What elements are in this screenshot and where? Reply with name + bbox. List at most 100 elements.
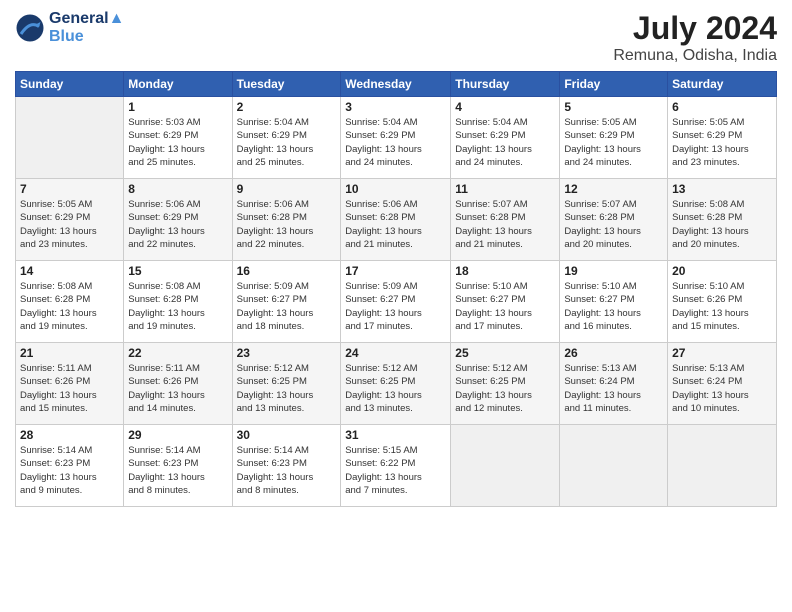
day-number: 2: [237, 100, 337, 114]
week-row-5: 28 Sunrise: 5:14 AM Sunset: 6:23 PM Dayli…: [16, 425, 777, 507]
day-cell: 2 Sunrise: 5:04 AM Sunset: 6:29 PM Daylig…: [232, 97, 341, 179]
day-info: Sunrise: 5:12 AM Sunset: 6:25 PM Dayligh…: [455, 362, 555, 415]
day-number: 16: [237, 264, 337, 278]
day-number: 11: [455, 182, 555, 196]
day-number: 27: [672, 346, 772, 360]
day-number: 1: [128, 100, 227, 114]
day-cell: 11 Sunrise: 5:07 AM Sunset: 6:28 PM Dayli…: [451, 179, 560, 261]
day-info: Sunrise: 5:10 AM Sunset: 6:26 PM Dayligh…: [672, 280, 772, 333]
day-number: 26: [564, 346, 663, 360]
day-info: Sunrise: 5:05 AM Sunset: 6:29 PM Dayligh…: [672, 116, 772, 169]
day-cell: 4Sunrise: 5:04 AM Sunset: 6:29 PM Daylig…: [451, 97, 560, 179]
week-row-3: 14 Sunrise: 5:08 AM Sunset: 6:28 PM Dayli…: [16, 261, 777, 343]
day-number: 10: [345, 182, 446, 196]
day-info: Sunrise: 5:04 AM Sunset: 6:29 PM Dayligh…: [345, 116, 446, 169]
day-cell: 9 Sunrise: 5:06 AM Sunset: 6:28 PM Daylig…: [232, 179, 341, 261]
day-number: 15: [128, 264, 227, 278]
calendar-container: General▲ Blue July 2024 Remuna, Odisha, …: [0, 0, 792, 517]
day-cell: 24 Sunrise: 5:12 AM Sunset: 6:25 PM Dayli…: [341, 343, 451, 425]
day-cell: 16 Sunrise: 5:09 AM Sunset: 6:27 PM Dayli…: [232, 261, 341, 343]
day-cell: 30 Sunrise: 5:14 AM Sunset: 6:23 PM Dayli…: [232, 425, 341, 507]
logo: General▲ Blue: [15, 10, 124, 46]
day-info: Sunrise: 5:08 AM Sunset: 6:28 PM Dayligh…: [128, 280, 227, 333]
day-info: Sunrise: 5:08 AM Sunset: 6:28 PM Dayligh…: [672, 198, 772, 251]
day-info: Sunrise: 5:04 AM Sunset: 6:29 PM Dayligh…: [237, 116, 337, 169]
day-number: 12: [564, 182, 663, 196]
day-info: Sunrise: 5:14 AM Sunset: 6:23 PM Dayligh…: [20, 444, 119, 497]
day-number: 29: [128, 428, 227, 442]
weekday-header-monday: Monday: [124, 72, 232, 97]
day-number: 8: [128, 182, 227, 196]
logo-icon: [15, 13, 45, 43]
weekday-header-friday: Friday: [560, 72, 668, 97]
day-number: 21: [20, 346, 119, 360]
day-info: Sunrise: 5:13 AM Sunset: 6:24 PM Dayligh…: [564, 362, 663, 415]
day-info: Sunrise: 5:06 AM Sunset: 6:29 PM Dayligh…: [128, 198, 227, 251]
day-info: Sunrise: 5:15 AM Sunset: 6:22 PM Dayligh…: [345, 444, 446, 497]
week-row-4: 21 Sunrise: 5:11 AM Sunset: 6:26 PM Dayli…: [16, 343, 777, 425]
day-cell: 7 Sunrise: 5:05 AM Sunset: 6:29 PM Daylig…: [16, 179, 124, 261]
day-cell: 14 Sunrise: 5:08 AM Sunset: 6:28 PM Dayli…: [16, 261, 124, 343]
weekday-header-saturday: Saturday: [668, 72, 777, 97]
day-number: 3: [345, 100, 446, 114]
weekday-header-sunday: Sunday: [16, 72, 124, 97]
day-cell: [451, 425, 560, 507]
day-cell: [16, 97, 124, 179]
day-cell: 1 Sunrise: 5:03 AM Sunset: 6:29 PM Daylig…: [124, 97, 232, 179]
day-cell: 31 Sunrise: 5:15 AM Sunset: 6:22 PM Dayli…: [341, 425, 451, 507]
day-info: Sunrise: 5:06 AM Sunset: 6:28 PM Dayligh…: [237, 198, 337, 251]
day-info: Sunrise: 5:05 AM Sunset: 6:29 PM Dayligh…: [564, 116, 663, 169]
day-info: Sunrise: 5:14 AM Sunset: 6:23 PM Dayligh…: [128, 444, 227, 497]
day-info: Sunrise: 5:06 AM Sunset: 6:28 PM Dayligh…: [345, 198, 446, 251]
day-number: 25: [455, 346, 555, 360]
day-cell: 17Sunrise: 5:09 AM Sunset: 6:27 PM Dayli…: [341, 261, 451, 343]
day-info: Sunrise: 5:07 AM Sunset: 6:28 PM Dayligh…: [455, 198, 555, 251]
day-info: Sunrise: 5:05 AM Sunset: 6:29 PM Dayligh…: [20, 198, 119, 251]
day-info: Sunrise: 5:11 AM Sunset: 6:26 PM Dayligh…: [20, 362, 119, 415]
day-number: 6: [672, 100, 772, 114]
day-info: Sunrise: 5:10 AM Sunset: 6:27 PM Dayligh…: [455, 280, 555, 333]
day-info: Sunrise: 5:03 AM Sunset: 6:29 PM Dayligh…: [128, 116, 227, 169]
day-info: Sunrise: 5:12 AM Sunset: 6:25 PM Dayligh…: [237, 362, 337, 415]
month-title: July 2024: [613, 10, 777, 47]
day-cell: 8 Sunrise: 5:06 AM Sunset: 6:29 PM Daylig…: [124, 179, 232, 261]
day-number: 19: [564, 264, 663, 278]
day-cell: 21 Sunrise: 5:11 AM Sunset: 6:26 PM Dayli…: [16, 343, 124, 425]
day-number: 7: [20, 182, 119, 196]
week-row-2: 7 Sunrise: 5:05 AM Sunset: 6:29 PM Daylig…: [16, 179, 777, 261]
day-info: Sunrise: 5:07 AM Sunset: 6:28 PM Dayligh…: [564, 198, 663, 251]
weekday-header-wednesday: Wednesday: [341, 72, 451, 97]
day-cell: 6 Sunrise: 5:05 AM Sunset: 6:29 PM Daylig…: [668, 97, 777, 179]
day-info: Sunrise: 5:11 AM Sunset: 6:26 PM Dayligh…: [128, 362, 227, 415]
day-cell: 29 Sunrise: 5:14 AM Sunset: 6:23 PM Dayli…: [124, 425, 232, 507]
day-info: Sunrise: 5:08 AM Sunset: 6:28 PM Dayligh…: [20, 280, 119, 333]
weekday-header-tuesday: Tuesday: [232, 72, 341, 97]
day-info: Sunrise: 5:14 AM Sunset: 6:23 PM Dayligh…: [237, 444, 337, 497]
day-number: 20: [672, 264, 772, 278]
weekday-header-row: SundayMondayTuesdayWednesdayThursdayFrid…: [16, 72, 777, 97]
day-number: 5: [564, 100, 663, 114]
day-info: Sunrise: 5:13 AM Sunset: 6:24 PM Dayligh…: [672, 362, 772, 415]
day-number: 17: [345, 264, 446, 278]
day-number: 30: [237, 428, 337, 442]
day-number: 22: [128, 346, 227, 360]
day-number: 14: [20, 264, 119, 278]
day-cell: 3 Sunrise: 5:04 AM Sunset: 6:29 PM Daylig…: [341, 97, 451, 179]
day-cell: 12 Sunrise: 5:07 AM Sunset: 6:28 PM Dayli…: [560, 179, 668, 261]
logo-text: General▲ Blue: [49, 10, 124, 46]
day-info: Sunrise: 5:12 AM Sunset: 6:25 PM Dayligh…: [345, 362, 446, 415]
title-block: July 2024 Remuna, Odisha, India: [613, 10, 777, 65]
location-title: Remuna, Odisha, India: [613, 47, 777, 65]
day-cell: 23Sunrise: 5:12 AM Sunset: 6:25 PM Dayli…: [232, 343, 341, 425]
day-cell: 28 Sunrise: 5:14 AM Sunset: 6:23 PM Dayli…: [16, 425, 124, 507]
day-info: Sunrise: 5:09 AM Sunset: 6:27 PM Dayligh…: [237, 280, 337, 333]
day-cell: 15 Sunrise: 5:08 AM Sunset: 6:28 PM Dayli…: [124, 261, 232, 343]
day-number: 28: [20, 428, 119, 442]
day-number: 18: [455, 264, 555, 278]
day-number: 24: [345, 346, 446, 360]
day-cell: 26 Sunrise: 5:13 AM Sunset: 6:24 PM Dayli…: [560, 343, 668, 425]
day-number: 31: [345, 428, 446, 442]
day-number: 9: [237, 182, 337, 196]
day-cell: 27 Sunrise: 5:13 AM Sunset: 6:24 PM Dayli…: [668, 343, 777, 425]
day-cell: [560, 425, 668, 507]
